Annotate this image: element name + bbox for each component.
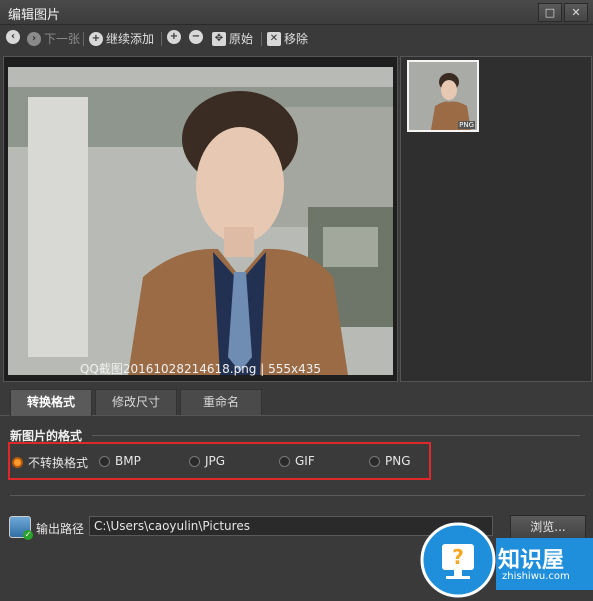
svg-text:?: ? <box>452 545 464 569</box>
fit-original-icon: ✥ <box>212 31 226 46</box>
close-button[interactable]: ✕ <box>564 3 588 22</box>
radio-png[interactable]: PNG <box>369 454 411 468</box>
radio-gif[interactable]: GIF <box>279 454 315 468</box>
restore-button[interactable]: □ <box>538 3 562 22</box>
watermark-logo: ? 知识屋 zhishiwu.com <box>418 520 593 598</box>
image-preview: QQ截图20161028214618.png | 555x435 <box>3 56 398 382</box>
radio-label: 不转换格式 <box>28 456 89 470</box>
zoom-out-icon: − <box>189 30 203 44</box>
radio-dot <box>369 455 380 467</box>
toolbar: ‹ › 下一张 + 继续添加 + − ✥ 原始 ✕ 移除 <box>0 26 593 50</box>
add-more-button[interactable]: + 继续添加 <box>89 30 154 47</box>
toolbar-separator <box>83 32 84 46</box>
title-bar: 编辑图片 □ ✕ <box>0 0 593 25</box>
arrow-right-icon: › <box>27 31 41 46</box>
plus-icon: + <box>89 31 103 46</box>
remove-label: 移除 <box>284 32 309 46</box>
toolbar-separator <box>161 32 162 46</box>
radio-dot <box>279 455 290 467</box>
section-divider <box>92 435 580 436</box>
zoom-out-button[interactable]: − <box>189 30 203 44</box>
window-title: 编辑图片 <box>8 8 61 23</box>
check-icon: ✓ <box>23 530 33 540</box>
logo-url-text: zhishiwu.com <box>502 571 570 582</box>
preview-photo <box>8 67 393 375</box>
radio-label: GIF <box>295 454 315 468</box>
remove-button[interactable]: ✕ 移除 <box>267 30 308 47</box>
original-size-button[interactable]: ✥ 原始 <box>212 30 253 47</box>
thumbnail-panel: PNG <box>400 56 592 382</box>
folder-icon: ✓ <box>9 516 33 540</box>
output-path-label: 输出路径 <box>36 522 85 536</box>
tab-convert-format[interactable]: 转换格式 <box>10 389 92 416</box>
tab-resize[interactable]: 修改尺寸 <box>95 389 177 415</box>
radio-jpg[interactable]: JPG <box>189 454 225 468</box>
zoom-in-icon: + <box>167 30 181 44</box>
next-button[interactable]: › 下一张 <box>27 30 80 47</box>
divider <box>10 495 585 496</box>
radio-no-convert[interactable]: 不转换格式 <box>12 454 88 471</box>
add-label: 继续添加 <box>106 32 155 46</box>
preview-caption: QQ截图20161028214618.png | 555x435 <box>79 362 321 376</box>
portrait-illustration <box>8 67 393 375</box>
thumbnail-image <box>409 62 477 130</box>
logo-brand-text: 知识屋 <box>498 548 565 573</box>
radio-dot-selected <box>12 457 23 468</box>
remove-x-icon: ✕ <box>267 31 281 46</box>
arrow-left-icon: ‹ <box>6 30 20 44</box>
format-tag: PNG <box>458 121 475 129</box>
original-label: 原始 <box>229 32 254 46</box>
toolbar-separator <box>261 32 262 46</box>
radio-label: JPG <box>205 454 226 468</box>
tab-rename[interactable]: 重命名 <box>180 389 262 415</box>
radio-dot <box>99 455 110 467</box>
radio-label: BMP <box>115 454 141 468</box>
prev-button[interactable]: ‹ <box>6 30 20 44</box>
radio-label: PNG <box>385 454 411 468</box>
radio-dot <box>189 455 200 467</box>
zoom-in-button[interactable]: + <box>167 30 181 44</box>
next-label: 下一张 <box>44 32 81 46</box>
radio-bmp[interactable]: BMP <box>99 454 141 468</box>
thumbnail-item[interactable]: PNG <box>407 60 479 132</box>
